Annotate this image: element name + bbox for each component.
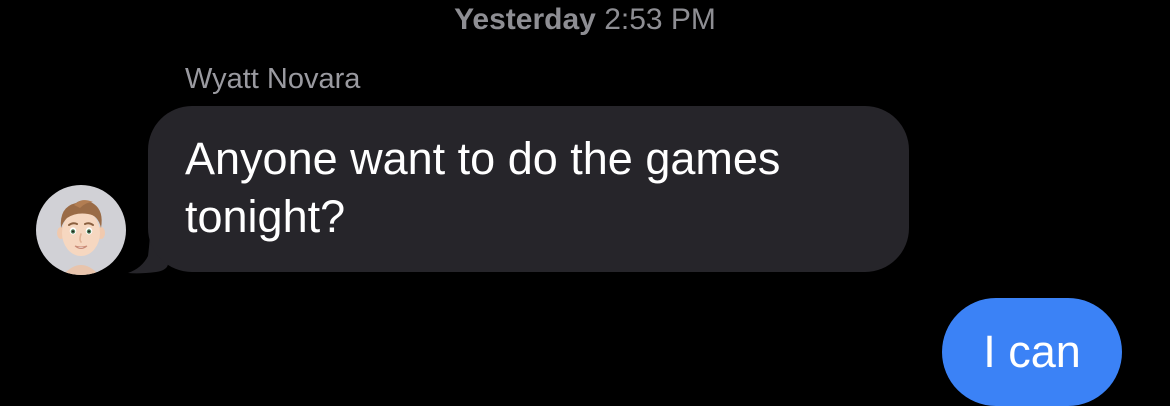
sender-name: Wyatt Novara xyxy=(185,63,361,95)
incoming-message-bubble[interactable]: Anyone want to do the games tonight? xyxy=(148,106,909,272)
incoming-message-text: Anyone want to do the games tonight? xyxy=(185,133,781,242)
timestamp-day: Yesterday xyxy=(454,3,596,36)
outgoing-message-bubble[interactable]: I can xyxy=(942,298,1122,406)
memoji-avatar-icon[interactable] xyxy=(36,185,126,275)
message-timestamp: Yesterday 2:53 PM xyxy=(0,3,1170,37)
outgoing-message-text: I can xyxy=(983,326,1081,377)
timestamp-time: 2:53 PM xyxy=(604,3,716,36)
